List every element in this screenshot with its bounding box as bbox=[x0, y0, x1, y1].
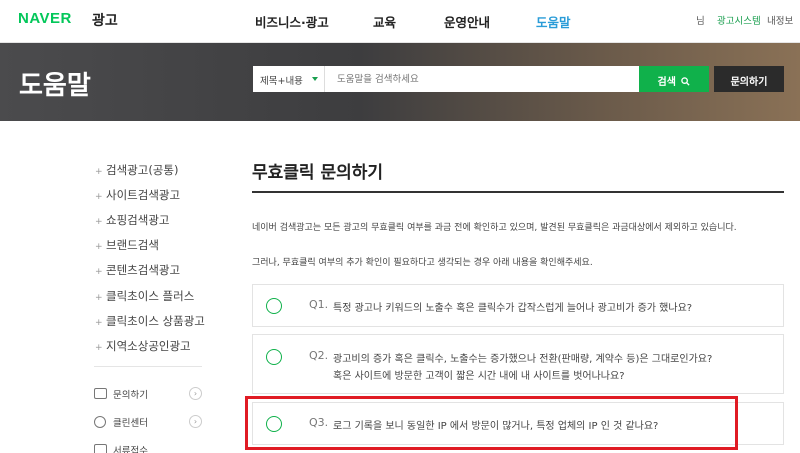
content-title: 무효클릭 문의하기 bbox=[252, 163, 384, 183]
clean-center-icon bbox=[94, 416, 106, 428]
hero-banner: 도움말 제목+내용 검색 문의하기 bbox=[0, 43, 800, 121]
guide-paragraph: 그러나, 무효클릭 여부의 추가 확인이 필요하다고 생각되는 경우 아래 내용… bbox=[252, 258, 593, 268]
plus-icon: + bbox=[95, 167, 103, 177]
sidebar-item-shopping-search-ad[interactable]: + 쇼핑검색광고 bbox=[95, 212, 169, 228]
my-info-link[interactable]: 내정보 bbox=[767, 13, 793, 27]
plus-icon: + bbox=[95, 318, 103, 328]
sidebar-link-clean-center[interactable]: 클린센터 › bbox=[94, 412, 204, 434]
nav-help[interactable]: 도움말 bbox=[536, 12, 571, 31]
faq-item-q2[interactable]: Q2. 광고비의 증가 혹은 클릭수, 노출수는 증가했으나 전환(판매량, 계… bbox=[252, 334, 784, 394]
plus-icon: + bbox=[95, 343, 103, 353]
search-scope-select[interactable]: 제목+내용 bbox=[253, 66, 325, 92]
document-icon bbox=[94, 444, 107, 453]
chevron-right-icon: › bbox=[189, 387, 202, 400]
sidebar-divider bbox=[94, 366, 202, 367]
search-button[interactable]: 검색 bbox=[639, 66, 709, 92]
chevron-right-icon: › bbox=[189, 415, 202, 428]
sidebar-item-search-ad-common[interactable]: + 검색광고(공통) bbox=[95, 162, 178, 178]
top-nav: NAVER 광고 비즈니스·광고 교육 운영안내 도움말 님 광고시스템 내정보 bbox=[0, 0, 800, 43]
highlight-box bbox=[245, 396, 738, 450]
sidebar-item-local-business-ad[interactable]: + 지역소상공인광고 bbox=[95, 338, 191, 354]
faq-question: 광고비의 증가 혹은 클릭수, 노출수는 증가했으나 전환(판매량, 계약수 등… bbox=[333, 354, 713, 365]
sidebar-item-content-search-ad[interactable]: + 콘텐츠검색광고 bbox=[95, 262, 180, 278]
nav-education[interactable]: 교육 bbox=[373, 12, 396, 31]
logo-ad-label[interactable]: 광고 bbox=[92, 10, 118, 30]
ad-system-link[interactable]: 광고시스템 bbox=[717, 13, 761, 27]
check-circle-icon bbox=[266, 349, 282, 365]
plus-icon: + bbox=[95, 192, 103, 202]
faq-number: Q1. bbox=[309, 298, 329, 311]
intro-paragraph: 네이버 검색광고는 모든 광고의 무효클릭 여부를 과금 전에 확인하고 있으며… bbox=[252, 223, 737, 233]
caret-down-icon bbox=[312, 77, 318, 81]
sidebar-item-clickchoice-product-ad[interactable]: + 클릭초이스 상품광고 bbox=[95, 313, 205, 329]
nav-business-ad[interactable]: 비즈니스·광고 bbox=[255, 12, 329, 31]
search-button-label: 검색 bbox=[657, 77, 676, 88]
sidebar-link-inquiry[interactable]: 문의하기 › bbox=[94, 384, 204, 406]
plus-icon: + bbox=[95, 242, 103, 252]
faq-question: 특정 광고나 키워드의 노출수 혹은 클릭수가 갑작스럽게 늘어나 광고비가 증… bbox=[333, 303, 693, 314]
search-input[interactable] bbox=[329, 66, 635, 92]
sidebar-item-brand-search[interactable]: + 브랜드검색 bbox=[95, 237, 159, 253]
plus-icon: + bbox=[95, 267, 103, 277]
faq-number: Q2. bbox=[309, 349, 329, 362]
page-heading: 도움말 bbox=[19, 71, 91, 101]
sidebar-item-site-search-ad[interactable]: + 사이트검색광고 bbox=[95, 187, 180, 203]
sidebar-link-documents[interactable]: 서류접수 bbox=[94, 440, 204, 453]
faq-question-line2: 혹은 사이트에 방문한 고객이 짧은 시간 내에 내 사이트를 벗어나나요? bbox=[333, 371, 625, 382]
naver-logo[interactable]: NAVER bbox=[18, 10, 72, 27]
search-box: 제목+내용 bbox=[253, 66, 639, 92]
title-divider bbox=[252, 191, 784, 193]
plus-icon: + bbox=[95, 217, 103, 227]
plus-icon: + bbox=[95, 293, 103, 303]
search-icon bbox=[681, 77, 691, 86]
chat-icon bbox=[94, 388, 107, 399]
faq-item-q1[interactable]: Q1. 특정 광고나 키워드의 노출수 혹은 클릭수가 갑작스럽게 늘어나 광고… bbox=[252, 284, 784, 327]
check-circle-icon bbox=[266, 298, 282, 314]
ask-button[interactable]: 문의하기 bbox=[714, 66, 784, 92]
user-name: 님 bbox=[696, 16, 705, 27]
nav-operation-guide[interactable]: 운영안내 bbox=[444, 12, 490, 31]
sidebar-item-clickchoice-plus[interactable]: + 클릭초이스 플러스 bbox=[95, 288, 194, 304]
search-scope-label: 제목+내용 bbox=[260, 76, 303, 87]
